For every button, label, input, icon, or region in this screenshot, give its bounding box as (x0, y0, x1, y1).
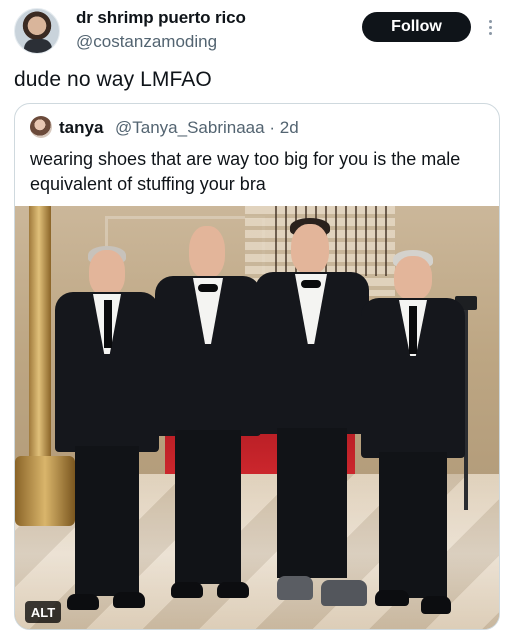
quoted-author-name: tanya (59, 118, 104, 137)
quoted-post-age: 2d (279, 118, 299, 137)
quoted-author-avatar (30, 116, 52, 138)
photo-person (255, 218, 369, 608)
quoted-post[interactable]: tanya @Tanya_Sabrinaaa · 2d wearing shoe… (14, 103, 500, 630)
post-text: dude no way LMFAO (14, 68, 212, 91)
photo-person (361, 250, 465, 629)
photo-person (55, 246, 159, 626)
quoted-post-image[interactable]: ALT (15, 206, 499, 629)
post-header: dr shrimp puerto rico @costanzamoding Fo… (0, 0, 514, 60)
quoted-post-text: wearing shoes that are way too big for y… (30, 149, 461, 194)
author-avatar[interactable] (14, 8, 60, 54)
follow-button[interactable]: Follow (362, 12, 471, 42)
photo-person (155, 226, 261, 606)
meta-separator: · (269, 118, 275, 137)
quoted-author-meta: @Tanya_Sabrinaaa · 2d (115, 118, 299, 138)
more-vertical-icon[interactable] (482, 14, 498, 40)
alt-text-badge[interactable]: ALT (25, 601, 61, 623)
author-name[interactable]: dr shrimp puerto rico (76, 8, 246, 28)
quoted-author-handle: @Tanya_Sabrinaaa (115, 118, 265, 137)
author-handle[interactable]: @costanzamoding (76, 32, 217, 52)
